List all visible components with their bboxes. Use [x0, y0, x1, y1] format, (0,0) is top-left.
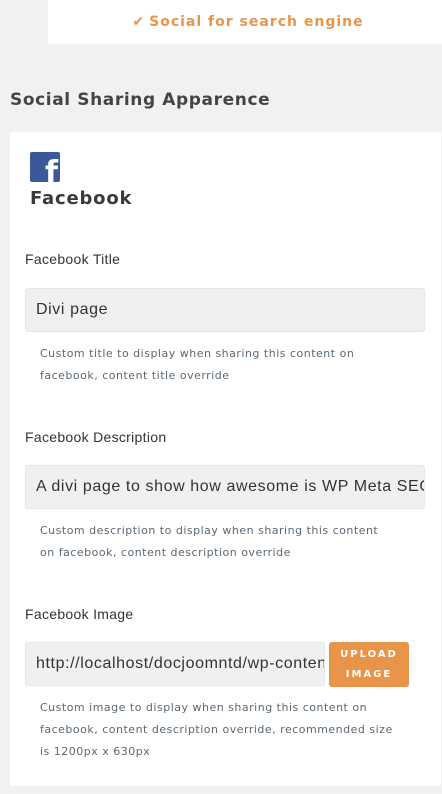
help-line: facebook, content title override	[40, 369, 230, 382]
facebook-icon: f	[30, 152, 60, 182]
help-line: is 1200px x 630px	[40, 745, 151, 758]
facebook-image-help: Custom image to display when sharing thi…	[40, 697, 393, 763]
check-icon: ✔	[132, 14, 146, 30]
facebook-description-label: Facebook Description	[25, 429, 167, 445]
facebook-title-input[interactable]: Divi page	[25, 288, 425, 332]
upload-button-line: UPLOAD	[340, 648, 398, 660]
facebook-description-help: Custom description to display when shari…	[40, 520, 378, 564]
upload-button-line: IMAGE	[345, 668, 393, 680]
help-line: on facebook, content description overrid…	[40, 546, 291, 559]
facebook-title-help: Custom title to display when sharing thi…	[40, 343, 354, 387]
facebook-card: f Facebook Facebook Title Divi page Cust…	[10, 132, 441, 786]
upload-image-button[interactable]: UPLOAD IMAGE	[329, 642, 409, 687]
tab-label: Social for search engine	[149, 14, 364, 30]
help-line: facebook, content description override, …	[40, 723, 393, 736]
network-name: Facebook	[30, 188, 133, 209]
help-line: Custom image to display when sharing thi…	[40, 701, 368, 714]
tab-social-search-engine[interactable]: ✔ Social for search engine	[132, 14, 363, 30]
facebook-image-input[interactable]: http://localhost/docjoomntd/wp-content/u…	[25, 642, 325, 686]
help-line: Custom description to display when shari…	[40, 524, 379, 537]
facebook-title-label: Facebook Title	[25, 251, 121, 267]
help-line: Custom title to display when sharing thi…	[40, 347, 355, 360]
facebook-image-label: Facebook Image	[25, 606, 134, 622]
facebook-description-input[interactable]: A divi page to show how awesome is WP Me…	[25, 465, 425, 509]
section-title: Social Sharing Apparence	[10, 90, 271, 110]
top-tab-strip: ✔ Social for search engine	[48, 0, 442, 44]
